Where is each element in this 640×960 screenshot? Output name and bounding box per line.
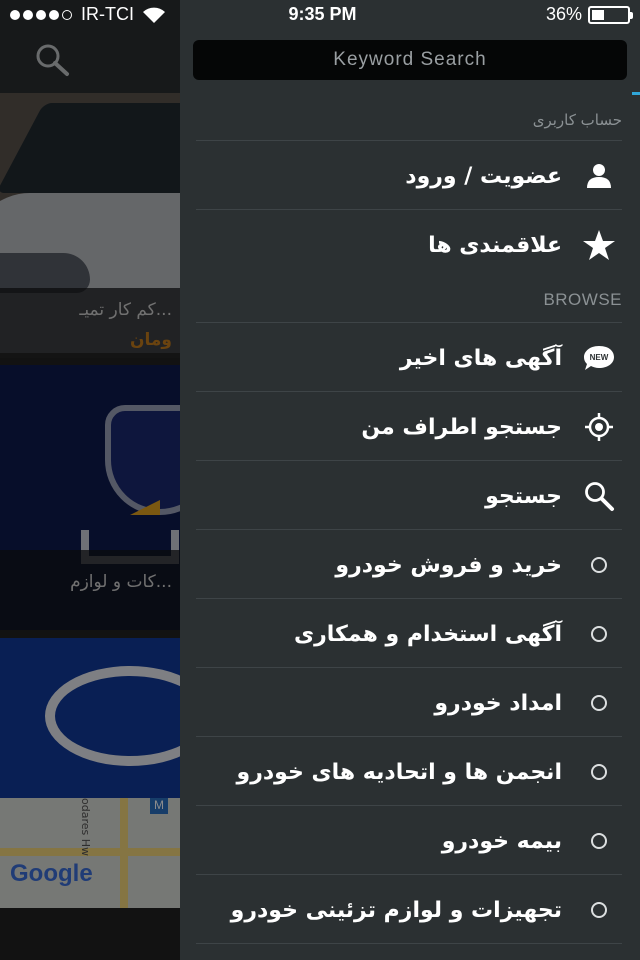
scroll-indicator (632, 92, 640, 95)
location-target-icon (582, 410, 616, 444)
menu-item-label: تجهیزات و لوازم تزئینی خودرو (230, 897, 562, 923)
menu-item-label: بیمه خودرو (441, 828, 562, 854)
circle-icon (582, 755, 616, 789)
divider (196, 391, 622, 392)
menu-item-associations[interactable]: انجمن ها و اتحادیه های خودرو (196, 738, 622, 806)
divider (196, 460, 622, 461)
menu-item-buy-sell-cars[interactable]: خرید و فروش خودرو (196, 531, 622, 599)
search-icon (582, 479, 616, 513)
menu-item-favorites[interactable]: علاقمندی ها (196, 211, 622, 279)
divider (196, 598, 622, 599)
new-badge-icon: NEW (582, 341, 616, 375)
menu-item-label: خرید و فروش خودرو (335, 552, 562, 578)
user-icon (582, 159, 616, 193)
menu-item-search-nearby[interactable]: جستجو اطراف من (196, 393, 622, 461)
menu-item-label: علاقمندی ها (428, 232, 562, 258)
dim-overlay[interactable] (0, 0, 180, 960)
battery-percent: 36% (545, 4, 582, 24)
divider (196, 529, 622, 530)
battery-fill (592, 9, 604, 20)
divider (196, 667, 622, 668)
divider (196, 736, 622, 737)
status-bar: IR-TCI 9:35 PM 36% (0, 0, 640, 30)
star-icon (582, 228, 616, 262)
background-app: ...کم کار تمیـ ومان ...کات و لوازم odare… (0, 0, 180, 960)
menu-item-label: جستجو اطراف من (361, 414, 562, 440)
new-badge-text: NEW (590, 353, 609, 362)
divider (196, 943, 622, 944)
divider (196, 140, 622, 141)
menu-item-label: انجمن ها و اتحادیه های خودرو (236, 759, 562, 785)
battery-icon (588, 5, 633, 24)
menu-item-recent-ads[interactable]: آگهی های اخیر NEW (196, 324, 622, 392)
divider (196, 322, 622, 323)
circle-icon (582, 548, 616, 582)
menu-item-roadside-assistance[interactable]: امداد خودرو (196, 669, 622, 737)
clock: 9:35 PM (288, 4, 357, 24)
menu-item-search[interactable]: جستجو (196, 462, 622, 530)
section-header-account: حساب کاربری (532, 111, 622, 129)
divider (196, 805, 622, 806)
menu-item-job-ads[interactable]: آگهی استخدام و همکاری (196, 600, 622, 668)
menu-item-car-insurance[interactable]: بیمه خودرو (196, 807, 622, 875)
divider (196, 209, 622, 210)
circle-icon (582, 686, 616, 720)
menu-item-login[interactable]: عضویت / ورود (196, 142, 622, 210)
side-drawer: Keyword Search حساب کاربری عضویت / ورود … (180, 0, 640, 960)
circle-icon (582, 617, 616, 651)
menu-item-label: آگهی های اخیر (399, 345, 562, 371)
circle-icon (582, 893, 616, 927)
divider (196, 874, 622, 875)
section-header-browse: BROWSE (543, 290, 622, 309)
menu-item-car-accessories[interactable]: تجهیزات و لوازم تزئینی خودرو (196, 876, 622, 944)
menu-item-label: آگهی استخدام و همکاری (293, 621, 562, 647)
menu-item-label: امداد خودرو (434, 690, 562, 716)
circle-icon (582, 824, 616, 858)
keyword-search-input[interactable]: Keyword Search (193, 40, 627, 80)
menu-item-label: جستجو (485, 483, 562, 509)
menu-item-label: عضویت / ورود (405, 163, 562, 189)
